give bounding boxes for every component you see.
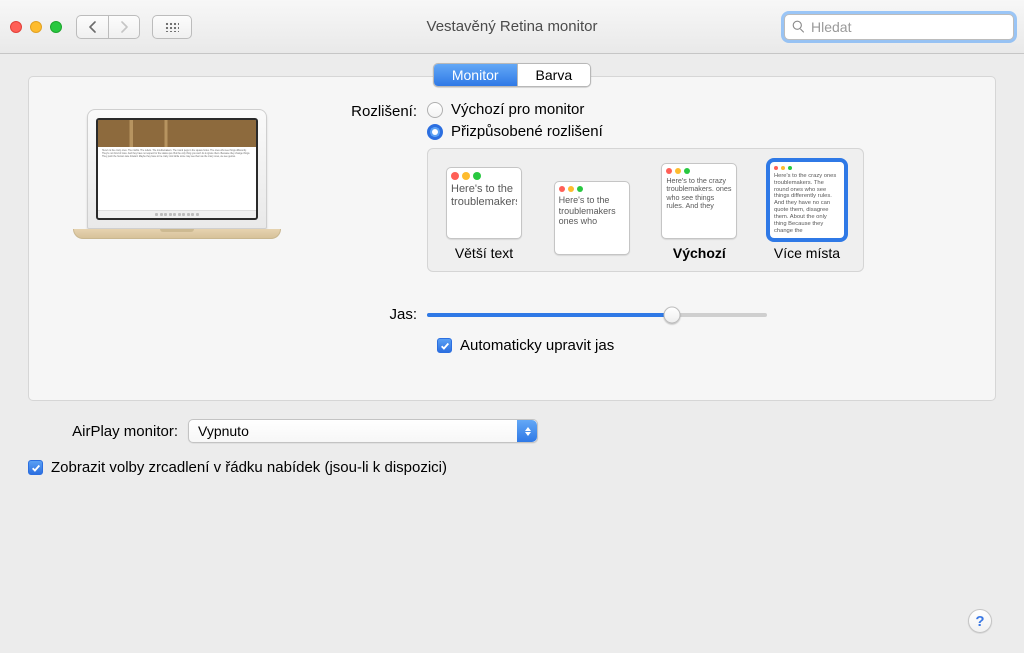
back-button[interactable]: [76, 15, 108, 39]
airplay-value: Vypnuto: [198, 423, 249, 439]
search-field[interactable]: [784, 14, 1014, 40]
search-icon: [792, 20, 805, 33]
brightness-row: Jas:: [317, 306, 967, 323]
mirror-options-checkbox[interactable]: Zobrazit volby zrcadlení v řádku nabídek…: [28, 459, 996, 476]
resolution-previews: Here's to the troublemakers Větší text H…: [427, 148, 864, 272]
preview-label: Větší text: [455, 245, 513, 261]
grid-icon: [165, 22, 179, 32]
radio-scaled-label: Přizpůsobené rozlišení: [451, 123, 603, 140]
airplay-popup[interactable]: Vypnuto: [188, 419, 538, 443]
brightness-slider[interactable]: [427, 313, 767, 317]
titlebar: Vestavěný Retina monitor: [0, 0, 1024, 54]
close-icon[interactable]: [10, 21, 22, 33]
resolution-label: Rozlišení:: [317, 101, 427, 120]
preview-label: Více místa: [774, 245, 840, 261]
chevron-left-icon: [88, 21, 97, 33]
help-button[interactable]: ?: [968, 609, 992, 633]
resolution-option-default[interactable]: Here's to the crazy troublemakers. ones …: [661, 163, 737, 261]
tab-segmented-control: Monitor Barva: [433, 63, 591, 87]
radio-default-resolution[interactable]: Výchozí pro monitor: [427, 101, 967, 118]
popup-arrows-icon: [517, 420, 537, 442]
chevron-right-icon: [120, 21, 129, 33]
radio-icon: [427, 124, 443, 140]
window-traffic-lights: [10, 21, 62, 33]
airplay-label: AirPlay monitor:: [28, 423, 178, 440]
slider-thumb[interactable]: [663, 306, 680, 323]
show-all-button[interactable]: [152, 15, 192, 39]
airplay-row: AirPlay monitor: Vypnuto: [28, 419, 996, 443]
radio-default-label: Výchozí pro monitor: [451, 101, 584, 118]
radio-icon: [427, 102, 443, 118]
search-input[interactable]: [811, 19, 1006, 35]
zoom-icon[interactable]: [50, 21, 62, 33]
tab-monitor[interactable]: Monitor: [434, 64, 517, 86]
forward-button[interactable]: [108, 15, 140, 39]
resolution-option-more-space[interactable]: Here's to the crazy ones troublemakers. …: [769, 161, 845, 261]
brightness-label: Jas:: [317, 306, 427, 323]
auto-brightness-label: Automaticky upravit jas: [460, 337, 614, 354]
radio-scaled-resolution[interactable]: Přizpůsobené rozlišení: [427, 123, 967, 140]
tab-color[interactable]: Barva: [517, 64, 591, 86]
resolution-option-2[interactable]: Here's to the troublemakers ones who: [554, 181, 630, 261]
device-preview: Here's to the crazy ones. The misfits. T…: [77, 109, 277, 354]
nav-back-forward: [76, 15, 140, 39]
checkbox-icon: [437, 338, 452, 353]
auto-brightness-checkbox[interactable]: Automaticky upravit jas: [437, 337, 967, 354]
minimize-icon[interactable]: [30, 21, 42, 33]
settings-panel: Monitor Barva Here's to the crazy ones. …: [28, 76, 996, 401]
resolution-row: Rozlišení: Výchozí pro monitor Přizpůsob…: [317, 101, 967, 272]
checkbox-icon: [28, 460, 43, 475]
preview-label: Výchozí: [673, 245, 726, 261]
resolution-option-larger-text[interactable]: Here's to the troublemakers Větší text: [446, 167, 522, 261]
mirror-options-label: Zobrazit volby zrcadlení v řádku nabídek…: [51, 459, 447, 476]
content: Monitor Barva Here's to the crazy ones. …: [0, 54, 1024, 494]
